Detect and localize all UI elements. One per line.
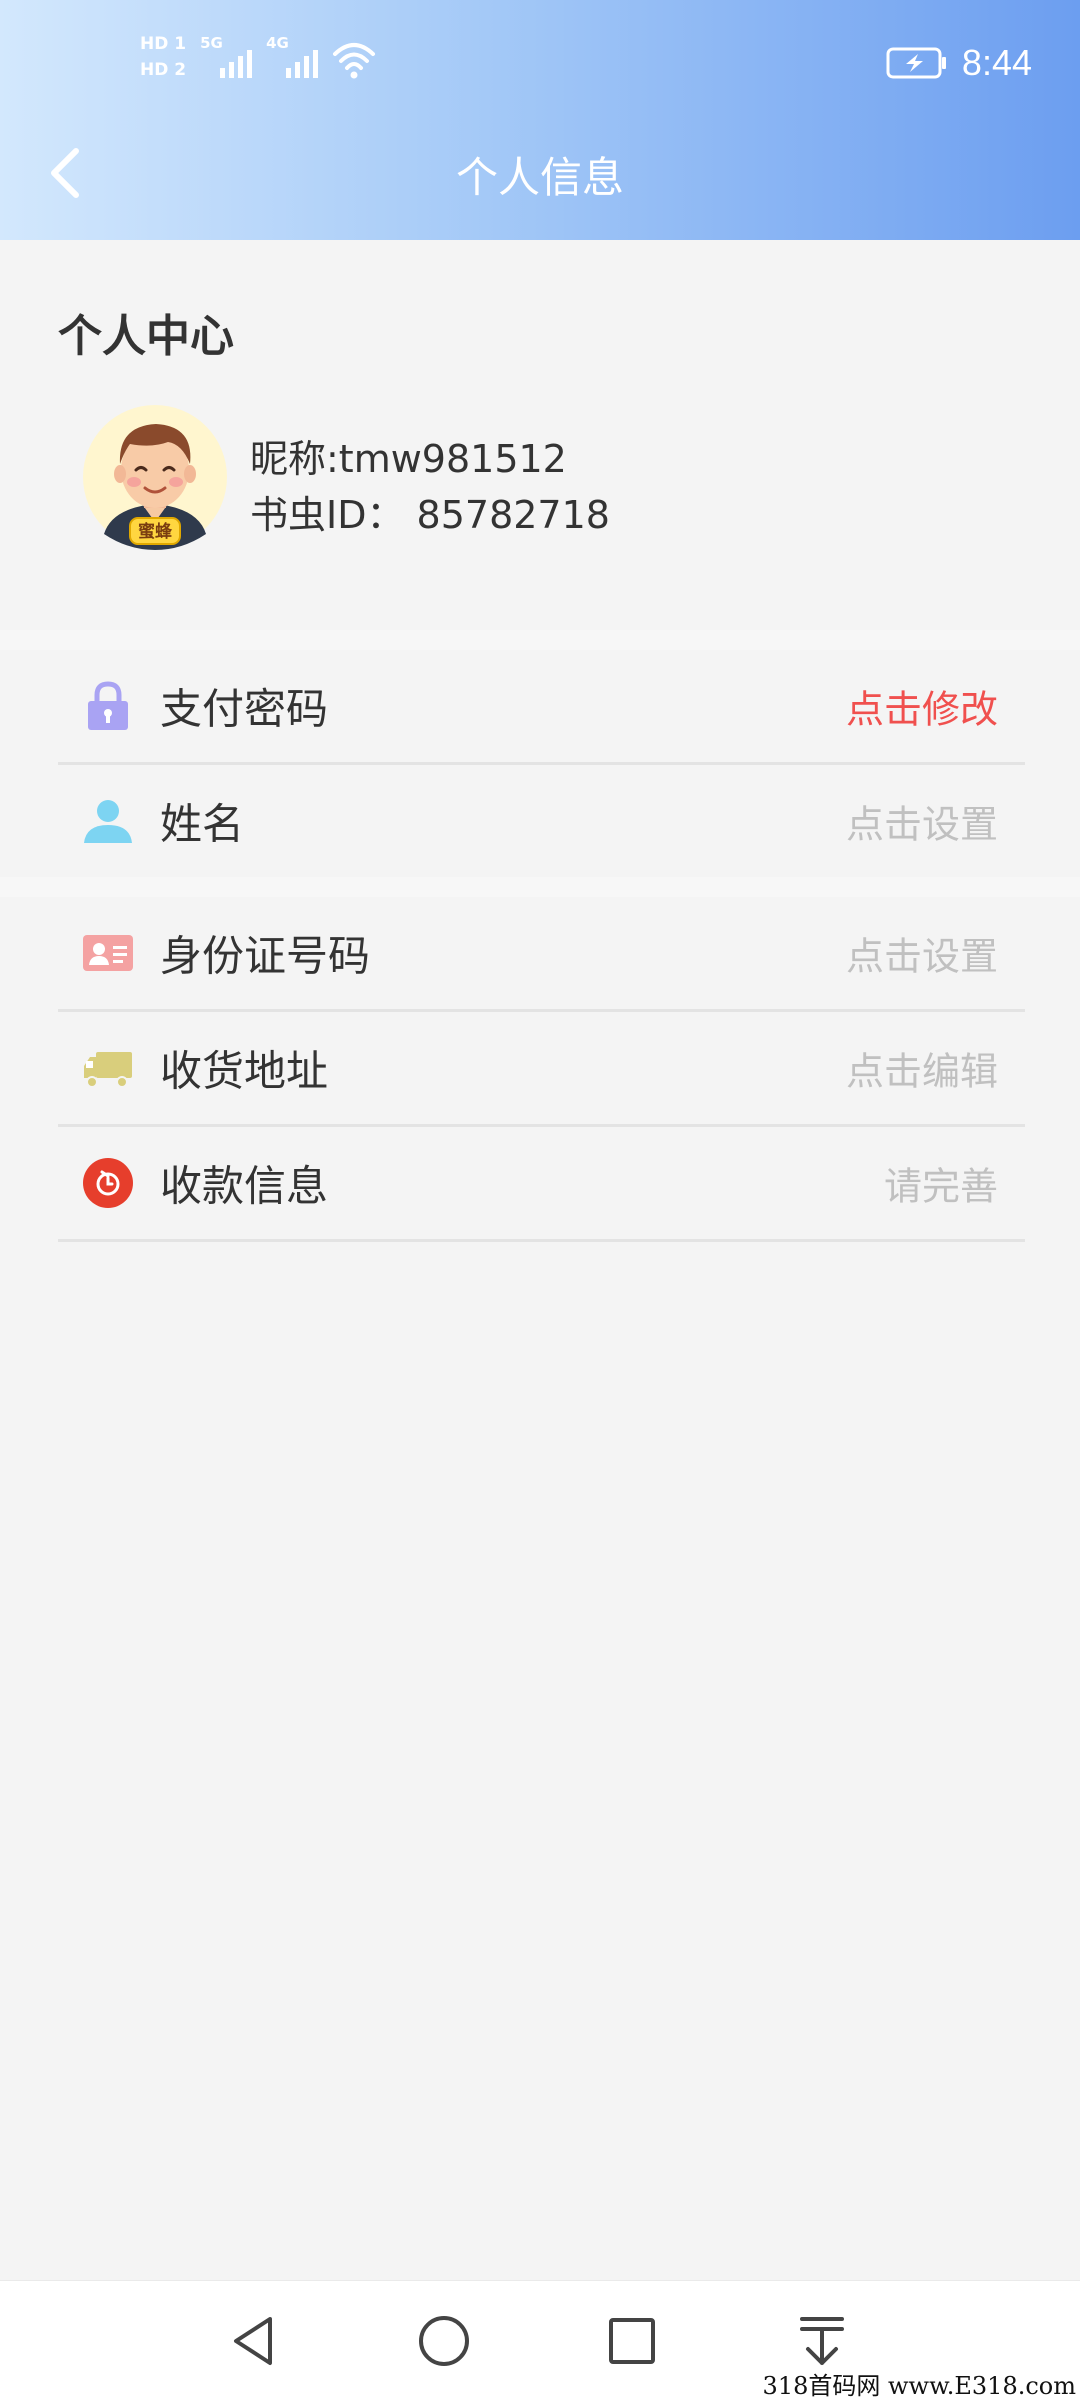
edit-address-link[interactable]: 点击编辑 [846,1041,998,1096]
sim1-signal-icon: 5G [200,34,253,82]
edit-password-link[interactable]: 点击修改 [846,679,998,734]
row-label: 身份证号码 [160,931,371,981]
nav-notification-pulldown-icon[interactable] [790,2309,854,2373]
set-id-link[interactable]: 点击设置 [846,926,998,981]
section-title: 个人中心 [58,311,234,362]
id-card-icon [83,935,133,971]
row-payment-info[interactable]: 收款信息 请完善 [0,1127,1080,1239]
row-shipping-address[interactable]: 收货地址 点击编辑 [0,1012,1080,1124]
avatar-badge: 蜜蜂 [138,521,173,542]
header-bar: HD 1 HD 2 5G 4G 8:44 个人信息 [0,0,1080,240]
row-payment-password[interactable]: 支付密码 点击修改 [0,650,1080,762]
row-label: 姓名 [160,799,245,849]
section-gap [0,877,1080,897]
row-name[interactable]: 姓名 点击设置 [0,765,1080,877]
signal-area: HD 1 HD 2 5G 4G [140,34,376,82]
wifi-icon [333,43,376,79]
nav-back-icon[interactable] [222,2309,286,2373]
avatar[interactable]: 蜜蜂 [82,404,228,550]
row-id-number[interactable]: 身份证号码 点击设置 [0,897,1080,1009]
watermark: 318首码网 www.E318.com [762,2366,1076,2401]
hd2-badge: HD 2 [140,60,187,80]
person-icon [84,800,132,843]
page-title: 个人信息 [455,153,624,202]
status-right: 8:44 [886,42,1032,84]
set-name-link[interactable]: 点击设置 [846,794,998,849]
settings-list: 支付密码 点击修改 姓名 点击设置 身份证号码 点击设置 收货地址 点击编辑 收… [0,630,1080,1242]
user-id: 书虫ID： 85782718 [250,493,610,537]
hd1-badge: HD 1 [140,34,187,54]
clock: 8:44 [961,42,1032,83]
row-label: 收货地址 [160,1046,329,1096]
nickname: 昵称:tmw981512 [250,437,567,481]
payment-icon [83,1158,133,1208]
status-bar: HD 1 HD 2 5G 4G 8:44 [0,0,1080,130]
complete-payment-info-link[interactable]: 请完善 [884,1156,998,1211]
divider [58,1239,1025,1242]
section-gap [0,630,1080,650]
nav-home-icon[interactable] [412,2309,476,2373]
nav-recents-icon[interactable] [600,2309,664,2373]
row-label: 收款信息 [160,1161,329,1211]
sim2-signal-icon: 4G [266,34,319,82]
lock-icon [88,681,128,730]
battery-charging-icon [886,47,946,79]
truck-icon [84,1052,132,1088]
row-label: 支付密码 [160,684,329,734]
system-nav-bar: 318首码网 www.E318.com [0,2280,1080,2401]
